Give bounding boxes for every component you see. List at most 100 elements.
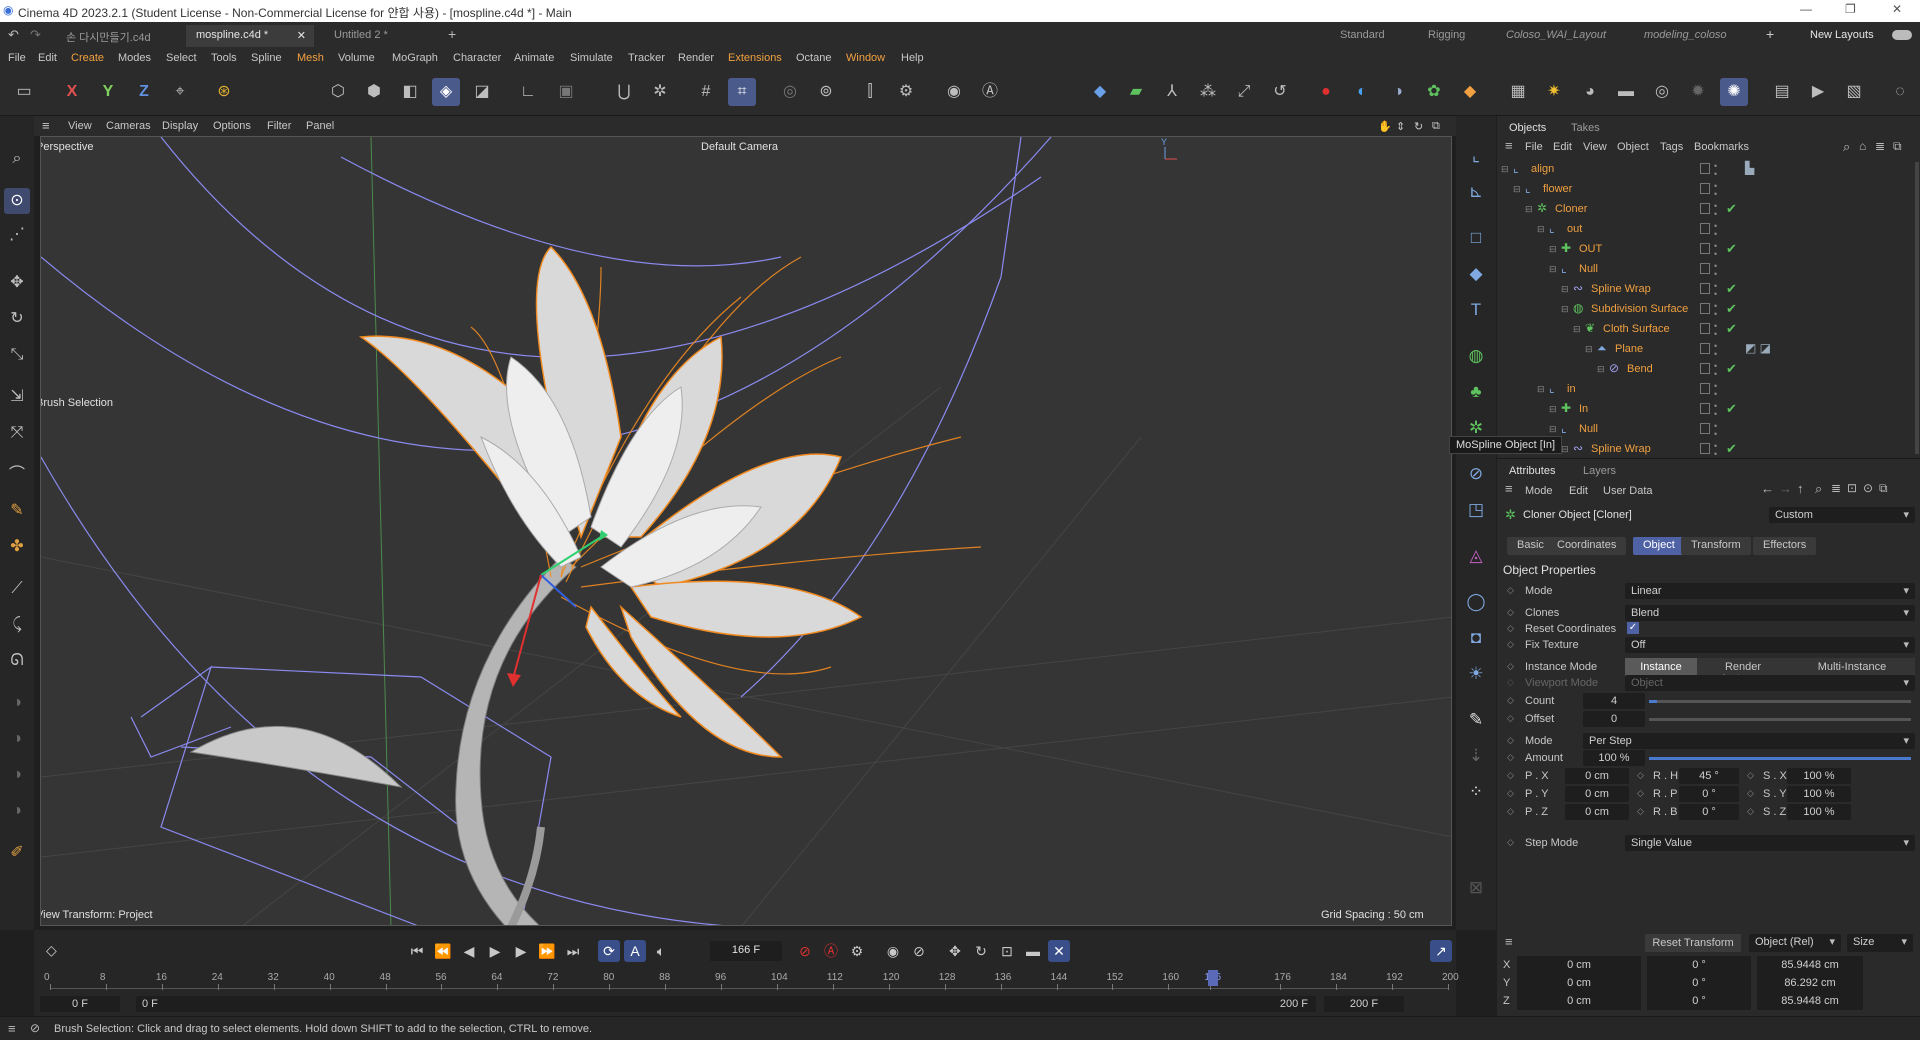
om-expand-icon[interactable]: ⧉: [1893, 139, 1902, 154]
menu-extensions[interactable]: Extensions: [728, 52, 782, 64]
layout-rigging[interactable]: Rigging: [1428, 29, 1465, 41]
layout-standard[interactable]: Standard: [1340, 29, 1385, 41]
doc-tab-2[interactable]: Untitled 2 *: [324, 25, 398, 47]
keyframe-diamond[interactable]: ◇: [1507, 806, 1514, 817]
object-name[interactable]: out: [1567, 223, 1582, 235]
object-name[interactable]: Cloth Surface: [1603, 323, 1670, 335]
sx-field[interactable]: 100 %: [1787, 768, 1851, 784]
sz-field[interactable]: 100 %: [1787, 804, 1851, 820]
am-back-icon[interactable]: ←: [1761, 481, 1774, 496]
step-mode-dropdown[interactable]: Per Step: [1583, 733, 1915, 749]
sculpt-icon[interactable]: ✤: [4, 534, 30, 560]
layer-icon[interactable]: [1700, 323, 1710, 334]
keyframe-diamond[interactable]: ◇: [1507, 639, 1514, 650]
viewport-menu-panel[interactable]: Panel: [306, 120, 334, 132]
visibility-dots-icon[interactable]: • •: [1714, 162, 1717, 179]
layer-icon[interactable]: [1700, 223, 1710, 234]
menu-animate[interactable]: Animate: [514, 52, 554, 64]
material-1-icon[interactable]: ◑: [4, 690, 30, 716]
am-search-icon[interactable]: ⌕: [1815, 481, 1822, 497]
keyframe-diamond[interactable]: ◇: [1637, 788, 1644, 799]
edit-icon[interactable]: ✎: [1462, 706, 1490, 734]
close-button[interactable]: ✕: [1892, 2, 1902, 16]
visibility-dots-icon[interactable]: • •: [1714, 242, 1717, 259]
snap-icon[interactable]: ⊛: [210, 78, 238, 106]
object-name[interactable]: Null: [1579, 423, 1598, 435]
pz-field[interactable]: 0 cm: [1565, 804, 1629, 820]
am-up-icon[interactable]: ↑: [1797, 481, 1804, 496]
menu-select[interactable]: Select: [166, 52, 197, 64]
reset-coordinates-checkbox[interactable]: ✓: [1627, 622, 1639, 634]
coord-mode-dropdown[interactable]: Size: [1847, 934, 1913, 952]
redshift-icon[interactable]: ◆: [1456, 78, 1484, 106]
soft-selection-icon[interactable]: ✲: [646, 78, 674, 106]
film-icon[interactable]: ▭: [10, 78, 38, 106]
reset-transform-button[interactable]: Reset Transform: [1645, 934, 1741, 952]
maximize-button[interactable]: ❐: [1845, 2, 1856, 16]
knife-icon[interactable]: ✎: [4, 498, 30, 524]
redo-icon[interactable]: ↷: [30, 27, 41, 43]
spline-tool-icon[interactable]: ◬: [1462, 542, 1490, 570]
material-3-icon[interactable]: ◑: [4, 762, 30, 788]
visibility-dots-icon[interactable]: • •: [1714, 202, 1717, 219]
expand-toggle-icon[interactable]: ⊟: [1537, 224, 1545, 235]
visibility-dots-icon[interactable]: • •: [1714, 302, 1717, 319]
tab-objects[interactable]: Objects: [1501, 120, 1554, 136]
camera-icon[interactable]: ✺: [1720, 78, 1748, 106]
a-icon[interactable]: Ⓐ: [976, 78, 1004, 106]
layer-icon[interactable]: [1700, 263, 1710, 274]
checker-icon[interactable]: ▦: [1504, 78, 1532, 106]
px-field[interactable]: 0 cm: [1565, 768, 1629, 784]
enabled-check-icon[interactable]: ✔: [1726, 361, 1737, 377]
layer-icon[interactable]: [1700, 243, 1710, 254]
visibility-dots-icon[interactable]: • •: [1714, 382, 1717, 399]
target-icon[interactable]: ◎: [1648, 78, 1676, 106]
object-name[interactable]: Subdivision Surface: [1591, 303, 1688, 315]
keyframe-diamond[interactable]: ◇: [1507, 585, 1514, 596]
object-row[interactable]: ⊟ ∾ Spline Wrap • • ✔: [1497, 280, 1913, 300]
expand-toggle-icon[interactable]: ⊟: [1585, 344, 1593, 355]
am-hamburger-icon[interactable]: ≡: [1505, 481, 1513, 496]
symmetry-icon[interactable]: ⫿: [856, 78, 884, 106]
scale-tool-icon[interactable]: ⤡: [4, 342, 30, 368]
expand-toggle-icon[interactable]: ⊟: [1573, 324, 1581, 335]
select-tool-icon[interactable]: ⊙: [4, 188, 30, 214]
object-row[interactable]: ⊟ ⌞ Null • •: [1497, 260, 1913, 280]
rot-y-field[interactable]: 0 °: [1647, 974, 1751, 992]
menu-tracker[interactable]: Tracker: [628, 52, 665, 64]
picker-icon[interactable]: ✐: [4, 840, 30, 866]
am-expand-icon[interactable]: ⧉: [1879, 481, 1888, 496]
layer-icon[interactable]: [1700, 363, 1710, 374]
keyframe-diamond[interactable]: ◇: [1507, 837, 1514, 848]
om-menu-file[interactable]: File: [1525, 141, 1543, 153]
visibility-dots-icon[interactable]: • •: [1714, 422, 1717, 439]
menu-character[interactable]: Character: [453, 52, 501, 64]
keyframe-diamond[interactable]: ◇: [1747, 788, 1754, 799]
tab-layers[interactable]: Layers: [1575, 463, 1624, 479]
om-hamburger-icon[interactable]: ≡: [1505, 138, 1513, 153]
render-active-icon[interactable]: ▶: [1804, 78, 1832, 106]
py-field[interactable]: 0 cm: [1565, 786, 1629, 802]
pos-z-field[interactable]: 0 cm: [1517, 992, 1641, 1010]
import-icon[interactable]: ⇣: [1462, 742, 1490, 770]
menu-create[interactable]: Create: [71, 52, 104, 64]
expand-toggle-icon[interactable]: ⊟: [1549, 424, 1557, 435]
environment-icon[interactable]: ◯: [1462, 588, 1490, 616]
count-slider[interactable]: [1649, 700, 1911, 703]
step-mode-2-dropdown[interactable]: Single Value: [1625, 835, 1915, 851]
expand-toggle-icon[interactable]: ⊟: [1549, 404, 1557, 415]
menu-mograph[interactable]: MoGraph: [392, 52, 438, 64]
pos-x-field[interactable]: 0 cm: [1517, 956, 1641, 974]
material-icon[interactable]: ◕: [1576, 78, 1604, 106]
tag-icon[interactable]: ◩ ◪: [1745, 341, 1771, 355]
layer-icon[interactable]: [1700, 403, 1710, 414]
rot-x-field[interactable]: 0 °: [1647, 956, 1751, 974]
tab-attributes[interactable]: Attributes: [1501, 463, 1563, 479]
amount-field[interactable]: 100 %: [1583, 750, 1645, 766]
am-menu-user-data[interactable]: User Data: [1603, 485, 1653, 497]
expand-toggle-icon[interactable]: ⊟: [1549, 264, 1557, 275]
instance-option[interactable]: Instance: [1625, 658, 1697, 676]
tab-effectors[interactable]: Effectors: [1753, 537, 1817, 555]
rot-z-field[interactable]: 0 °: [1647, 992, 1751, 1010]
keyframe-diamond[interactable]: ◇: [1637, 770, 1644, 781]
